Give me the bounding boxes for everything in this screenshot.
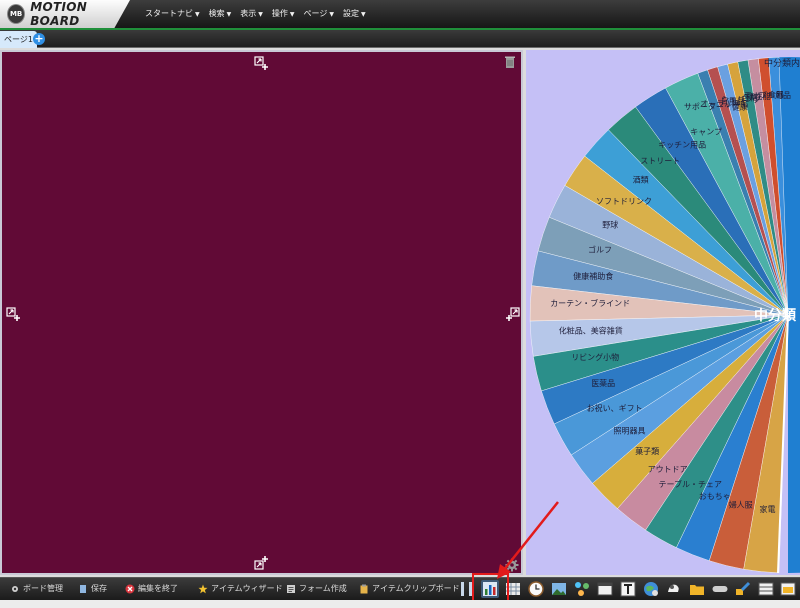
text-tool-icon[interactable] xyxy=(619,580,637,598)
top-menu-bar: MB MOTION BOARD スタートナビ ▼ 検索 ▼ 表示 ▼ 操作 ▼ ページ ▼… xyxy=(0,0,800,30)
pie-slice-label: キッチン用品 xyxy=(658,141,706,150)
pie-slice-label: 婦人服 xyxy=(729,499,753,509)
window-tool-icon[interactable] xyxy=(596,580,614,598)
resize-handle-right-icon[interactable] xyxy=(505,306,521,322)
pie-slice-label: ゴルフ xyxy=(588,245,612,255)
app-logo: MB MOTION BOARD xyxy=(0,0,130,28)
menu-search[interactable]: 検索 ▼ xyxy=(209,8,232,19)
pie-slice-label: 化粧品、美容雑貨 xyxy=(559,325,623,335)
caret-down-icon: ▼ xyxy=(360,11,366,18)
pie-slice-label: カーテン・ブラインド xyxy=(550,298,630,308)
save-icon xyxy=(78,584,88,594)
resize-handle-left-icon[interactable] xyxy=(5,306,21,322)
button-tool-icon[interactable] xyxy=(711,580,729,598)
menu-page[interactable]: ページ ▼ xyxy=(304,8,334,19)
empty-board-item-panel[interactable] xyxy=(0,50,523,575)
item-wizard-button[interactable]: アイテムウィザード xyxy=(198,583,283,594)
pie-slice-label: リビング小物 xyxy=(571,352,619,362)
link-tool-icon[interactable] xyxy=(734,580,752,598)
board-manage-button[interactable]: ボード管理 xyxy=(10,583,63,594)
diagram-tool-icon[interactable] xyxy=(573,580,591,598)
pie-slice-label: 医薬品 xyxy=(591,378,615,388)
caret-down-icon: ▼ xyxy=(226,11,232,18)
page-tab-row: ページ1 + xyxy=(0,30,800,48)
web-tool-icon[interactable] xyxy=(642,580,660,598)
pie-slice-label: ストリート xyxy=(640,157,680,166)
pie-slice-label: テーブル・チェア xyxy=(659,479,723,489)
menu-settings[interactable]: 設定 ▼ xyxy=(343,8,366,19)
main-menu: スタートナビ ▼ 検索 ▼ 表示 ▼ 操作 ▼ ページ ▼ 設定 ▼ xyxy=(145,8,366,19)
pie-slice-label: おもちゃ xyxy=(699,492,731,501)
trash-icon[interactable] xyxy=(503,54,517,68)
pie-slice-label: お祝い、ギフト xyxy=(587,403,643,413)
menu-operation[interactable]: 操作 ▼ xyxy=(272,8,295,19)
pie-slice-label: 菓子類 xyxy=(635,446,659,456)
form-create-button[interactable]: フォーム作成 xyxy=(286,583,347,594)
pie-slice-label: 家電 xyxy=(760,504,776,514)
pie-slice-label: 野球 xyxy=(602,220,618,230)
frame-tool-icon[interactable] xyxy=(779,580,797,598)
motionboard-window: MB MOTION BOARD スタートナビ ▼ 検索 ▼ 表示 ▼ 操作 ▼ ページ ▼… xyxy=(0,0,800,608)
gear-small-icon xyxy=(10,584,20,594)
pie-slice-label: 酒類 xyxy=(633,175,649,185)
pie-slice-label: ソフトドリンク xyxy=(596,197,652,206)
clipboard-icon xyxy=(359,584,369,594)
pie-slice-label: アウトドア xyxy=(648,465,688,474)
pie-chart: 食器テーブル用品高性能合格シェリング日用品オーラル用品サポーター・健康キャンプキ… xyxy=(529,56,800,574)
pie-slice-label: 健康補助食 xyxy=(573,271,613,281)
item-clipboard-button[interactable]: アイテムクリップボード xyxy=(359,583,460,594)
resize-handle-bottom-icon[interactable] xyxy=(253,555,269,571)
os-taskbar-strip xyxy=(0,600,800,608)
pie-slice-label: 照明器具 xyxy=(614,427,646,436)
caret-down-icon: ▼ xyxy=(258,11,263,18)
resize-handle-top-icon[interactable] xyxy=(253,55,269,71)
panel-tool-icon[interactable] xyxy=(757,580,775,598)
caret-down-icon: ▼ xyxy=(329,11,334,18)
image-tool-icon[interactable] xyxy=(550,580,568,598)
caret-down-icon: ▼ xyxy=(195,11,200,18)
tab-page-1[interactable]: ページ1 xyxy=(0,31,37,48)
clock-tool-icon[interactable] xyxy=(527,580,545,598)
folder-tool-icon[interactable] xyxy=(688,580,706,598)
save-button[interactable]: 保存 xyxy=(78,583,107,594)
caret-down-icon: ▼ xyxy=(289,11,295,18)
pie-slice-label: サポーター・健康 xyxy=(684,101,748,111)
bottom-toolbar: ボード管理 保存 編集を終了 アイテムウィザード フォーム作成 アイテムクリップ… xyxy=(0,577,800,600)
logo-text: MOTION BOARD xyxy=(30,0,88,28)
pie-chart-panel[interactable]: 食器 テーブル用品 高性能 合格 シェリング 日用品 オーラル用品 サポーター・健康 キャンプキ… xyxy=(526,50,800,575)
plus-circle-icon[interactable]: + xyxy=(33,33,45,45)
map-tool-icon[interactable] xyxy=(665,580,683,598)
pie-slice-label: キャンプ xyxy=(690,128,722,137)
gear-icon[interactable] xyxy=(505,557,519,572)
menu-view[interactable]: 表示 ▼ xyxy=(240,8,263,19)
pie-slice-label: 中分類内 xyxy=(764,57,800,69)
form-icon xyxy=(286,584,296,594)
end-edit-button[interactable]: 編集を終了 xyxy=(125,583,178,594)
logo-mark-icon: MB xyxy=(7,4,26,24)
star-wand-icon xyxy=(198,584,208,594)
close-circle-icon xyxy=(125,584,135,594)
menu-start-navi[interactable]: スタートナビ ▼ xyxy=(145,8,200,19)
board-work-area: 食器 テーブル用品 高性能 合格 シェリング 日用品 オーラル用品 サポーター・健康 キャンプキ… xyxy=(0,48,800,577)
pie-center-label: 中分類 xyxy=(754,307,797,324)
